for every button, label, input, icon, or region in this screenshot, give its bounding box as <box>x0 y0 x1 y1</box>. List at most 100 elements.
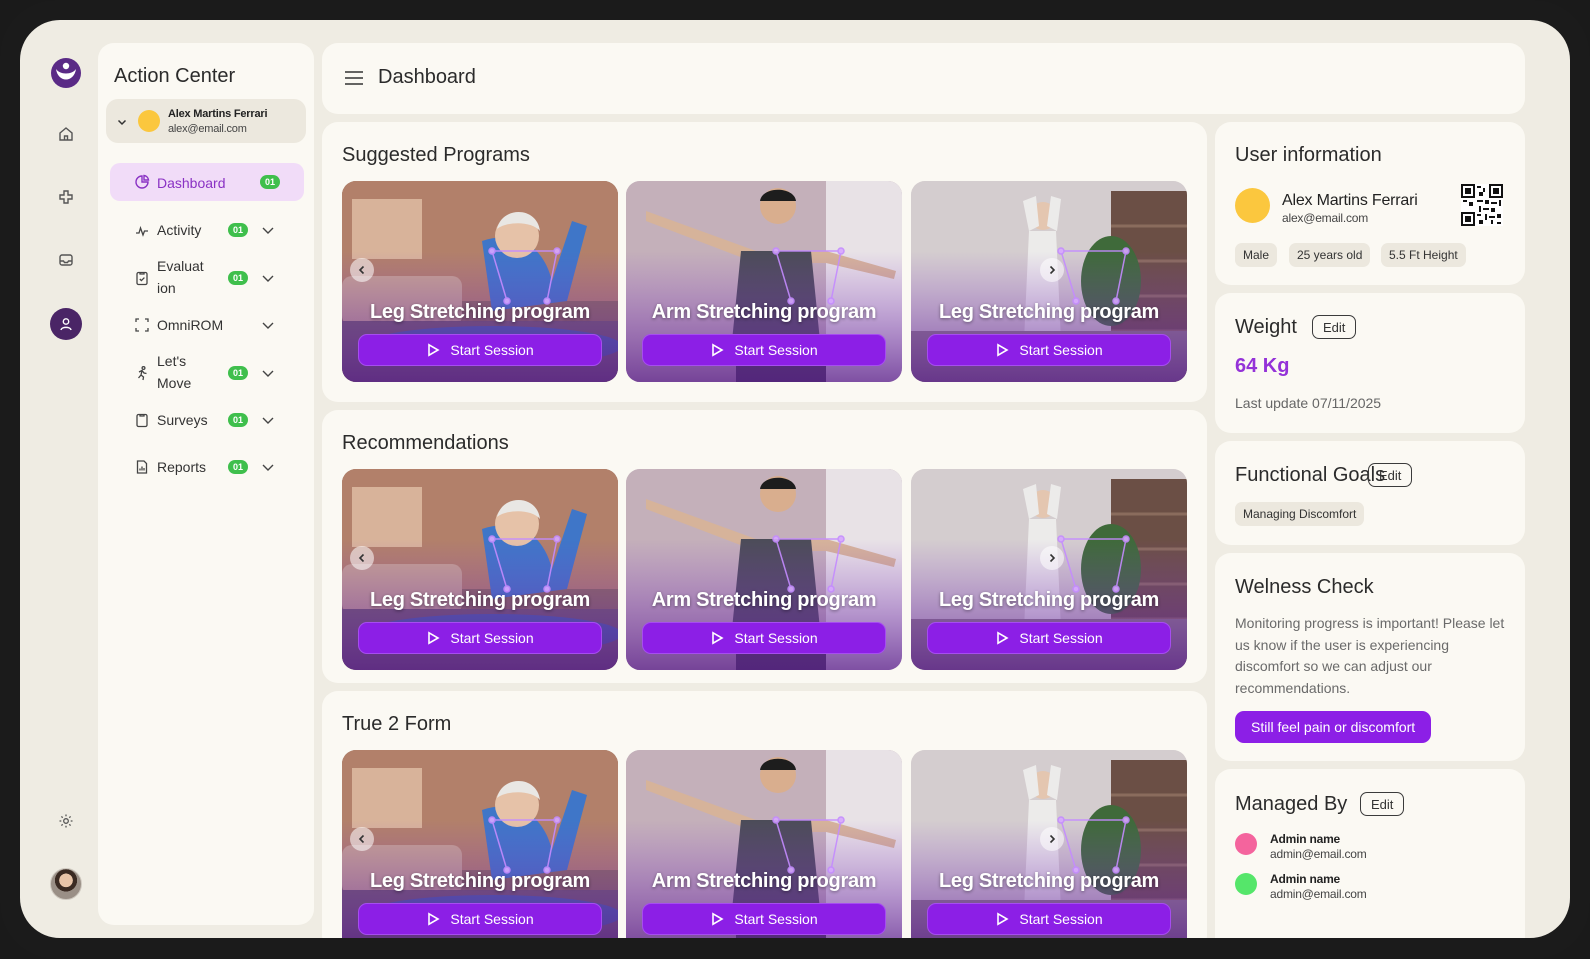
chevron-down-icon[interactable] <box>260 270 276 291</box>
app-logo-icon[interactable] <box>50 57 82 89</box>
chevron-down-icon[interactable] <box>260 222 276 243</box>
user-email: alex@email.com <box>168 123 247 135</box>
nav-item-reports[interactable]: Reports 01 <box>110 455 304 479</box>
program-card[interactable]: Leg Stretching program Start Session <box>342 181 618 382</box>
chevron-down-icon <box>116 115 128 133</box>
nav-label: Activity <box>157 222 202 238</box>
carousel-prev-icon[interactable] <box>350 546 374 570</box>
program-card[interactable]: Arm Stretching program Start Session <box>626 469 902 670</box>
home-icon[interactable] <box>50 118 82 150</box>
user-name: Alex Martins Ferrari <box>168 108 268 120</box>
admin-email: admin@email.com <box>1270 847 1367 861</box>
start-session-label: Start Session <box>450 630 534 646</box>
nav-label: OmniROM <box>157 317 224 333</box>
card-title: Weight <box>1235 316 1297 338</box>
functional-goals-card: Functional Goals Edit Managing Discomfor… <box>1215 441 1525 545</box>
nav-label-line2: ion <box>157 280 176 296</box>
program-card[interactable]: Arm Stretching program Start Session <box>626 750 902 938</box>
chevron-down-icon[interactable] <box>260 365 276 386</box>
user-profile-icon[interactable] <box>50 308 82 340</box>
app-screen: Action Center Alex Martins Ferrari alex@… <box>20 20 1570 938</box>
report-pain-button[interactable]: Still feel pain or discomfort <box>1235 711 1432 743</box>
carousel-prev-icon[interactable] <box>350 827 374 851</box>
nav-item-omnirom[interactable]: OmniROM <box>110 313 304 337</box>
program-card[interactable]: Leg Stretching program Start Session <box>911 750 1187 938</box>
qr-code-icon[interactable] <box>1461 184 1503 231</box>
age-tag: 25 years old <box>1289 243 1371 267</box>
action-center-panel: Action Center Alex Martins Ferrari alex@… <box>98 43 314 925</box>
page-title: Dashboard <box>378 66 476 88</box>
hamburger-menu-icon[interactable] <box>344 70 364 91</box>
clipboard-check-icon <box>134 270 150 291</box>
nav-label: Evaluat <box>157 258 204 274</box>
count-badge: 01 <box>228 366 248 380</box>
start-session-button[interactable]: Start Session <box>927 903 1171 935</box>
start-session-label: Start Session <box>1019 911 1103 927</box>
chevron-down-icon[interactable] <box>260 459 276 480</box>
inbox-icon[interactable] <box>50 244 82 276</box>
start-session-button[interactable]: Start Session <box>642 334 886 366</box>
action-center-title: Action Center <box>114 65 236 87</box>
carousel-prev-icon[interactable] <box>350 258 374 282</box>
section-title: True 2 Form <box>342 713 452 735</box>
program-card[interactable]: Arm Stretching program Start Session <box>626 181 902 382</box>
user-avatar <box>138 110 160 132</box>
health-cross-icon[interactable] <box>50 181 82 213</box>
count-badge: 01 <box>260 175 280 189</box>
admin-avatar <box>1235 833 1257 855</box>
section-title: Suggested Programs <box>342 144 530 166</box>
chevron-down-icon[interactable] <box>260 412 276 433</box>
start-session-label: Start Session <box>734 911 818 927</box>
start-session-button[interactable]: Start Session <box>358 622 602 654</box>
gender-tag: Male <box>1235 243 1278 267</box>
account-avatar[interactable] <box>50 868 82 900</box>
carousel-next-icon[interactable] <box>1040 827 1064 851</box>
play-icon <box>712 912 724 926</box>
start-session-button[interactable]: Start Session <box>927 622 1171 654</box>
count-badge: 01 <box>228 271 248 285</box>
nav-item-evaluation[interactable]: Evaluat ion 01 <box>110 255 304 301</box>
edit-goals-button[interactable]: Edit <box>1368 463 1413 487</box>
edit-weight-button[interactable]: Edit <box>1312 315 1357 339</box>
carousel-next-icon[interactable] <box>1040 546 1064 570</box>
weight-value: 64 Kg <box>1235 355 1290 377</box>
carousel-next-icon[interactable] <box>1040 258 1064 282</box>
start-session-button[interactable]: Start Session <box>358 903 602 935</box>
edit-managers-button[interactable]: Edit <box>1360 792 1405 816</box>
program-title: Leg Stretching program <box>369 301 591 323</box>
goal-tag: Managing Discomfort <box>1235 502 1365 526</box>
nav-item-surveys[interactable]: Surveys 01 <box>110 408 304 432</box>
nav-item-dashboard[interactable]: Dashboard 01 <box>110 163 304 201</box>
clipboard-icon <box>134 412 150 433</box>
nav-label: Reports <box>157 459 207 475</box>
start-session-button[interactable]: Start Session <box>642 903 886 935</box>
start-session-label: Start Session <box>450 342 534 358</box>
managed-by-card: Managed By Edit Admin name admin@email.c… <box>1215 769 1525 938</box>
admin-name: Admin name <box>1270 832 1341 846</box>
start-session-button[interactable]: Start Session <box>642 622 886 654</box>
program-title: Leg Stretching program <box>938 589 1160 611</box>
program-card[interactable]: Leg Stretching program Start Session <box>911 181 1187 382</box>
start-session-button[interactable]: Start Session <box>927 334 1171 366</box>
program-card[interactable]: Leg Stretching program Start Session <box>342 750 618 938</box>
play-icon <box>428 631 440 645</box>
user-email: alex@email.com <box>1282 211 1369 225</box>
program-title: Leg Stretching program <box>938 870 1160 892</box>
nav-label: Let's <box>157 353 187 369</box>
start-session-label: Start Session <box>734 630 818 646</box>
program-card[interactable]: Leg Stretching program Start Session <box>911 469 1187 670</box>
pie-chart-icon <box>134 174 150 195</box>
nav-label: Dashboard <box>157 175 226 191</box>
nav-label-line2: Move <box>157 375 192 391</box>
program-title: Arm Stretching program <box>651 589 877 611</box>
start-session-button[interactable]: Start Session <box>358 334 602 366</box>
chevron-down-icon[interactable] <box>260 317 276 338</box>
nav-item-lets-move[interactable]: Let's Move 01 <box>110 350 304 396</box>
program-title: Leg Stretching program <box>938 301 1160 323</box>
nav-item-activity[interactable]: Activity 01 <box>110 218 304 242</box>
section-recommendations: Recommendations Leg Stretching program S… <box>322 410 1207 683</box>
program-card[interactable]: Leg Stretching program Start Session <box>342 469 618 670</box>
user-switcher[interactable]: Alex Martins Ferrari alex@email.com <box>106 99 306 143</box>
scan-frame-icon <box>134 317 150 338</box>
settings-gear-icon[interactable] <box>50 805 82 837</box>
